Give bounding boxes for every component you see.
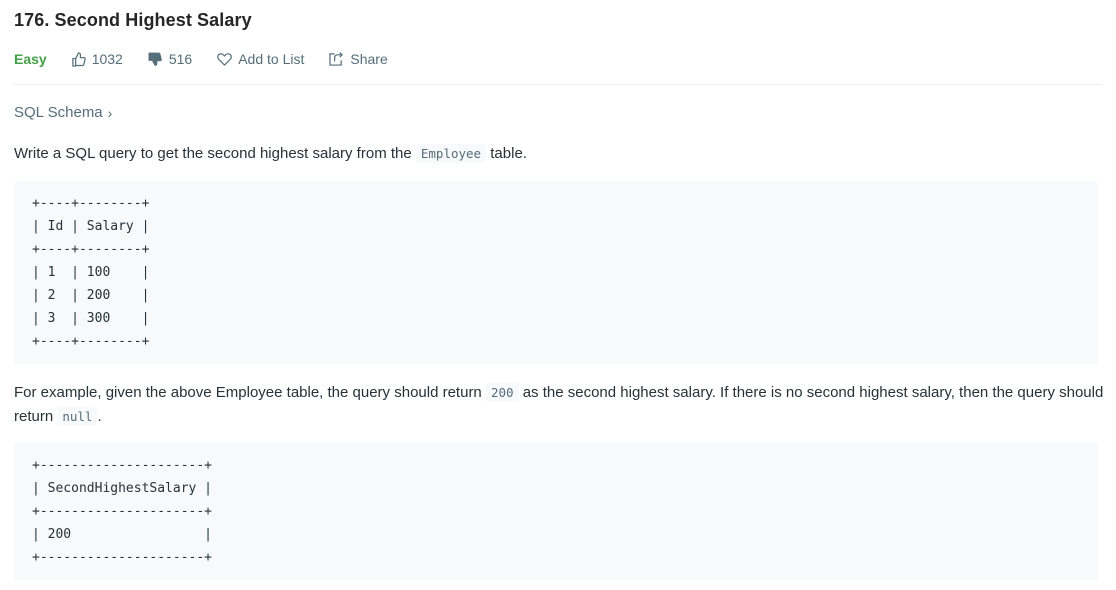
like-button[interactable]: 1032 — [71, 51, 123, 67]
thumbs-up-icon — [71, 51, 86, 67]
result-table-code-block: +---------------------+ | SecondHighestS… — [14, 443, 1098, 580]
inline-code-null: null — [57, 407, 98, 426]
inline-code-employee: Employee — [415, 144, 487, 163]
share-button[interactable]: Share — [329, 51, 388, 67]
sql-schema-link[interactable]: SQL Schema › — [14, 104, 112, 121]
heart-icon — [217, 53, 233, 66]
dislike-count: 516 — [168, 51, 193, 67]
add-to-list-label: Add to List — [238, 51, 305, 67]
dislike-button[interactable]: 516 — [148, 51, 192, 67]
problem-page: 176. Second Highest Salary Easy 1032 516… — [0, 0, 1116, 590]
inline-code-200: 200 — [485, 383, 519, 402]
description-paragraph-1: Write a SQL query to get the second high… — [14, 144, 527, 164]
employee-table-code-block: +----+--------+ | Id | Salary | +----+--… — [14, 181, 1098, 364]
chevron-right-icon: › — [107, 104, 113, 121]
difficulty-badge: Easy — [14, 51, 47, 67]
like-count: 1032 — [91, 51, 123, 67]
description-text: For example, given the above Employee ta… — [14, 384, 486, 401]
share-label: Share — [350, 51, 388, 67]
description-paragraph-2: For example, given the above Employee ta… — [14, 381, 1104, 429]
problem-title: 176. Second Highest Salary — [14, 10, 252, 30]
thumbs-down-icon — [148, 52, 162, 66]
problem-meta-bar: Easy 1032 516 Add to List Share — [14, 49, 413, 69]
add-to-list-button[interactable]: Add to List — [217, 51, 304, 67]
description-text: . — [97, 408, 102, 425]
description-text: table. — [486, 145, 527, 162]
sql-schema-label: SQL Schema — [14, 104, 103, 121]
header-divider — [14, 84, 1102, 85]
share-icon — [329, 52, 344, 66]
description-text: Write a SQL query to get the second high… — [14, 145, 416, 162]
